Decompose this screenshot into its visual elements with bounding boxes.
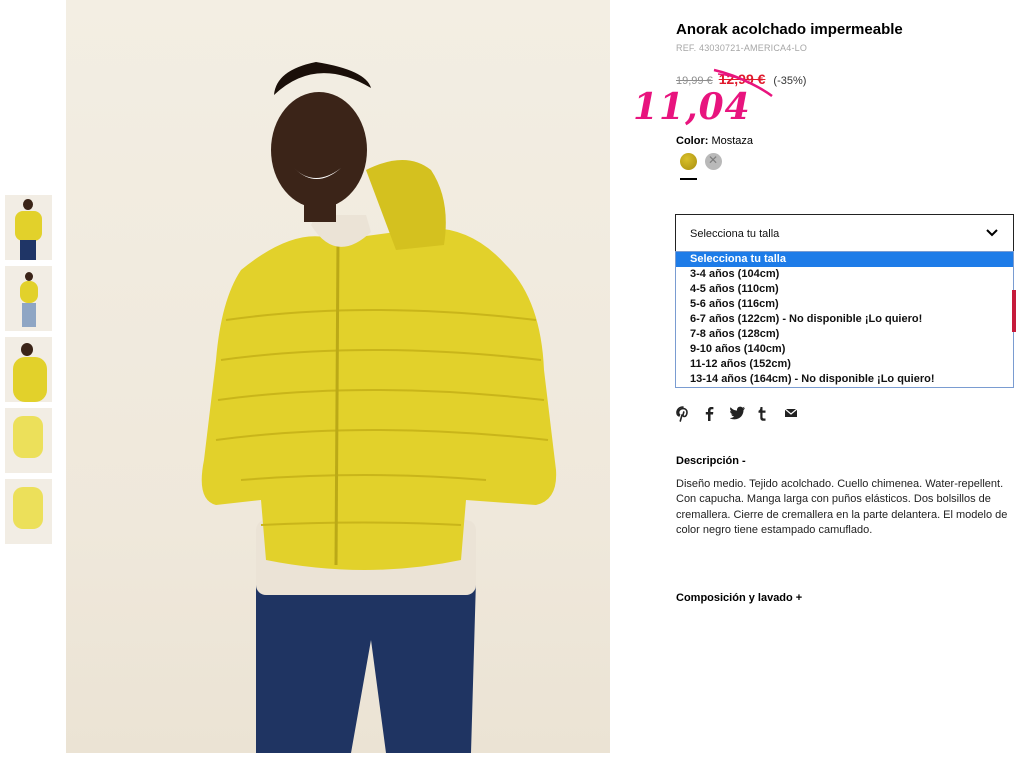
- thumbnail-gallery: [5, 195, 52, 550]
- tumblr-icon[interactable]: [757, 406, 784, 424]
- color-swatch-unavailable[interactable]: [705, 153, 722, 170]
- color-value: Mostaza: [711, 135, 754, 147]
- twitter-icon[interactable]: [729, 406, 757, 424]
- boy-in-yellow-jacket-illustration: [201, 62, 557, 753]
- composition-toggle[interactable]: Composición y lavado +: [676, 592, 802, 604]
- thumbnail-4[interactable]: [5, 408, 52, 473]
- chevron-down-icon: [986, 229, 998, 237]
- add-to-bag-button-edge[interactable]: [1012, 290, 1016, 332]
- discount-badge: (-35%): [773, 75, 807, 87]
- social-share-bar: [676, 406, 811, 424]
- size-option[interactable]: 7-8 años (128cm): [676, 327, 1013, 342]
- size-select[interactable]: Selecciona tu talla: [675, 214, 1014, 253]
- size-option[interactable]: 4-5 años (110cm): [676, 282, 1013, 297]
- thumbnail-2[interactable]: [5, 266, 52, 331]
- size-option[interactable]: 13-14 años (164cm) - No disponible ¡Lo q…: [676, 372, 1013, 387]
- color-label-row: Color: Mostaza: [676, 135, 753, 147]
- description-text: Diseño medio. Tejido acolchado. Cuello c…: [676, 478, 1008, 536]
- product-title: Anorak acolchado impermeable: [676, 21, 903, 38]
- facebook-icon[interactable]: [703, 406, 730, 424]
- thumbnail-1[interactable]: [5, 195, 52, 260]
- color-label: Color:: [676, 135, 709, 147]
- thumbnail-5[interactable]: [5, 479, 52, 544]
- size-option[interactable]: 11-12 años (152cm): [676, 357, 1013, 372]
- size-option[interactable]: 6-7 años (122cm) - No disponible ¡Lo qui…: [676, 312, 1013, 327]
- size-option[interactable]: 3-4 años (104cm): [676, 267, 1013, 282]
- size-option[interactable]: 9-10 años (140cm): [676, 342, 1013, 357]
- size-option[interactable]: 5-6 años (116cm): [676, 297, 1013, 312]
- handwritten-price: 11,04: [633, 86, 751, 128]
- product-main-image[interactable]: [66, 0, 610, 753]
- size-select-label: Selecciona tu talla: [690, 228, 780, 240]
- thumbnail-3[interactable]: [5, 337, 52, 402]
- size-option[interactable]: Selecciona tu talla: [676, 252, 1013, 267]
- size-dropdown-list: Selecciona tu talla 3-4 años (104cm) 4-5…: [675, 251, 1014, 388]
- description-toggle[interactable]: Descripción -: [676, 455, 746, 467]
- product-reference: REF. 43030721-AMERICA4-LO: [676, 43, 808, 53]
- color-swatch-mostaza[interactable]: [680, 153, 697, 170]
- pinterest-icon[interactable]: [676, 406, 703, 424]
- color-swatches: [680, 153, 722, 170]
- selected-swatch-indicator: [680, 178, 697, 180]
- email-icon[interactable]: [784, 406, 811, 424]
